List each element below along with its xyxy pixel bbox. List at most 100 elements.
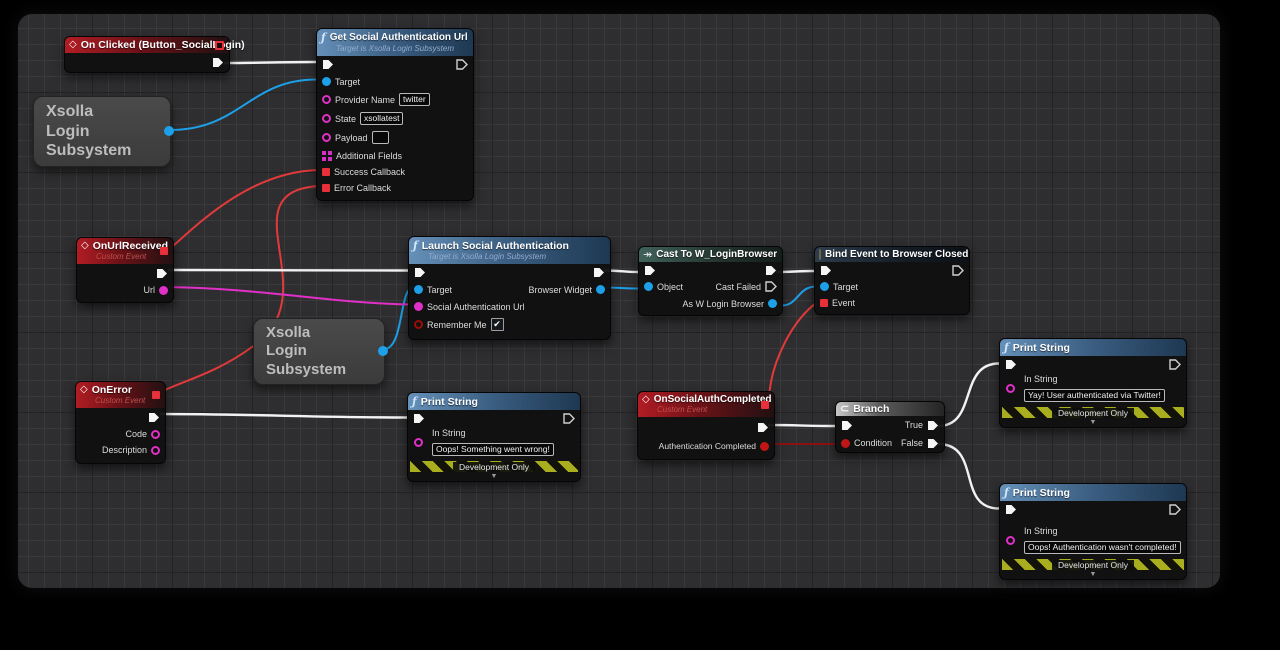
- in-string-pin[interactable]: [1006, 536, 1015, 545]
- node-on-url-received[interactable]: ◇ OnUrlReceived Custom Event Url: [76, 237, 174, 303]
- map-pin-icon[interactable]: [322, 151, 332, 161]
- exec-out-pin[interactable]: [156, 268, 168, 279]
- exec-out-pin[interactable]: [456, 59, 468, 70]
- development-only-label: Development Only: [453, 462, 535, 472]
- state-pin[interactable]: [322, 114, 331, 123]
- node-title: Launch Social Authentication: [422, 240, 569, 252]
- pin-label: Condition: [854, 438, 892, 448]
- exec-in-pin[interactable]: [413, 413, 425, 424]
- remember-me-checkbox[interactable]: ✔: [491, 318, 504, 331]
- exec-out-pin[interactable]: [563, 413, 575, 424]
- node-header: ◇ OnUrlReceived Custom Event: [77, 238, 173, 264]
- exec-out-pin[interactable]: [593, 267, 605, 278]
- in-string-field[interactable]: Yay! User authenticated via Twitter!: [1024, 389, 1165, 402]
- delegate-pin[interactable]: [160, 247, 168, 255]
- exec-in-pin[interactable]: [820, 265, 832, 276]
- bind-event-icon: [819, 249, 821, 260]
- in-string-pin[interactable]: [1006, 384, 1015, 393]
- event-icon: ◇: [69, 40, 77, 50]
- cast-icon: ↠: [643, 250, 652, 260]
- pin-label: Payload: [335, 133, 368, 143]
- node-print-string-success[interactable]: ƒ Print String In String Yay! User authe…: [999, 338, 1187, 428]
- in-string-pin[interactable]: [414, 438, 423, 447]
- authentication-completed-pin[interactable]: [760, 442, 769, 451]
- node-subtitle: Custom Event: [96, 252, 167, 262]
- exec-in-pin[interactable]: [322, 59, 334, 70]
- exec-out-pin[interactable]: [212, 57, 224, 68]
- state-field[interactable]: xsollatest: [360, 112, 403, 125]
- node-xsolla-login-subsystem-2[interactable]: Xsolla Login Subsystem: [253, 318, 385, 385]
- target-pin[interactable]: [820, 282, 829, 291]
- target-pin[interactable]: [414, 285, 423, 294]
- node-title: OnError: [92, 384, 132, 396]
- node-print-string-not-completed[interactable]: ƒ Print String In String Oops! Authentic…: [999, 483, 1187, 580]
- node-header: ƒ Print String: [1000, 339, 1186, 356]
- node-title: Print String: [421, 396, 478, 408]
- node-print-string-error[interactable]: ƒ Print String In String Oops! Something…: [407, 392, 581, 482]
- delegate-pin[interactable]: [152, 391, 160, 399]
- code-pin[interactable]: [151, 430, 160, 439]
- pin-label: Remember Me: [427, 320, 487, 330]
- as-w-login-browser-pin[interactable]: [768, 299, 777, 308]
- exec-out-pin[interactable]: [148, 412, 160, 423]
- event-pin[interactable]: [820, 299, 828, 307]
- exec-pin-shape: [564, 414, 574, 423]
- node-get-social-authentication-url[interactable]: ƒ Get Social Authentication Url Target i…: [316, 28, 474, 201]
- browser-widget-pin[interactable]: [596, 285, 605, 294]
- exec-pin-shape: [213, 58, 223, 67]
- provider-name-pin[interactable]: [322, 95, 331, 104]
- delegate-pin[interactable]: [215, 41, 224, 50]
- node-cast-to-w-loginbrowser[interactable]: ↠ Cast To W_LoginBrowser Object Cast Fai…: [638, 246, 783, 316]
- node-on-error[interactable]: ◇ OnError Custom Event Code Description: [75, 381, 166, 464]
- exec-in-pin[interactable]: [1005, 359, 1017, 370]
- pin-label: Browser Widget: [528, 285, 592, 295]
- success-callback-pin[interactable]: [322, 168, 330, 176]
- variable-label-line: Login: [266, 342, 372, 360]
- payload-pin[interactable]: [322, 133, 331, 142]
- exec-in-pin[interactable]: [1005, 504, 1017, 515]
- error-callback-pin[interactable]: [322, 184, 330, 192]
- node-xsolla-login-subsystem-1[interactable]: Xsolla Login Subsystem: [33, 96, 171, 167]
- description-pin[interactable]: [151, 446, 160, 455]
- exec-out-pin[interactable]: [765, 265, 777, 276]
- payload-field[interactable]: [372, 131, 389, 144]
- object-pin[interactable]: [644, 282, 653, 291]
- collapse-arrow-icon[interactable]: ▼: [408, 472, 580, 481]
- exec-pin-shape: [414, 414, 424, 423]
- exec-in-pin[interactable]: [841, 420, 853, 431]
- collapse-arrow-icon[interactable]: ▼: [1000, 570, 1186, 579]
- pin-label: In String: [1024, 374, 1180, 384]
- false-exec-pin[interactable]: [927, 438, 939, 449]
- provider-name-field[interactable]: twitter: [399, 93, 430, 106]
- condition-pin[interactable]: [841, 439, 850, 448]
- pin-label: Target: [427, 285, 452, 295]
- in-string-field[interactable]: Oops! Authentication wasn't completed!: [1024, 541, 1181, 554]
- exec-out-pin[interactable]: [1169, 504, 1181, 515]
- node-on-clicked-event[interactable]: ◇ On Clicked (Button_SocialLogin): [64, 36, 230, 73]
- collapse-arrow-icon[interactable]: ▼: [1000, 418, 1186, 427]
- true-exec-pin[interactable]: [927, 420, 939, 431]
- development-only-label: Development Only: [1052, 408, 1134, 418]
- cast-failed-pin[interactable]: [765, 281, 777, 292]
- exec-out-pin[interactable]: [1169, 359, 1181, 370]
- delegate-pin[interactable]: [761, 401, 769, 409]
- node-bind-event-to-browser-closed[interactable]: Bind Event to Browser Closed Target Even…: [814, 246, 970, 315]
- social-auth-url-pin[interactable]: [414, 302, 423, 311]
- exec-in-pin[interactable]: [644, 265, 656, 276]
- exec-pin-shape: [645, 266, 655, 275]
- in-string-field[interactable]: Oops! Something went wrong!: [432, 443, 554, 456]
- exec-out-pin[interactable]: [757, 422, 769, 433]
- variable-label-line: Xsolla: [46, 102, 158, 122]
- remember-me-pin[interactable]: [414, 320, 423, 329]
- exec-out-pin[interactable]: [952, 265, 964, 276]
- node-on-social-auth-completed[interactable]: ◇ OnSocialAuthCompleted Custom Event Aut…: [637, 391, 775, 460]
- node-branch[interactable]: ⊂ Branch True Condition False: [835, 401, 945, 453]
- exec-pin-shape: [953, 266, 963, 275]
- node-launch-social-authentication[interactable]: ƒ Launch Social Authentication Target is…: [408, 236, 611, 340]
- pin-label: Authentication Completed: [659, 441, 756, 451]
- url-pin[interactable]: [159, 286, 168, 295]
- node-header: ƒ Print String: [1000, 484, 1186, 501]
- exec-pin-shape: [1170, 360, 1180, 369]
- exec-in-pin[interactable]: [414, 267, 426, 278]
- target-pin[interactable]: [322, 77, 331, 86]
